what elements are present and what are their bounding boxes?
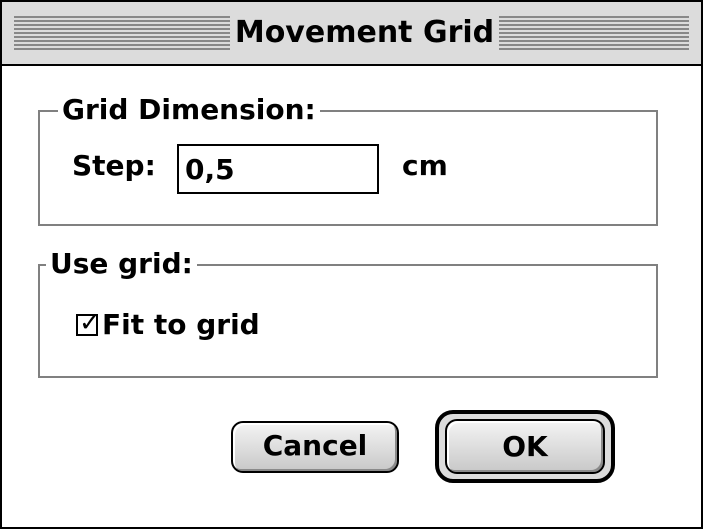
grid-dimension-group-label: Grid Dimension: [58,93,320,127]
fit-to-grid-label[interactable]: Fit to grid [102,308,260,342]
movement-grid-dialog: Movement Grid Grid Dimension: Step: cm U… [0,0,703,529]
checkmark-icon: ✓ [79,308,101,338]
step-label: Step: [72,149,156,182]
use-grid-group-label: Use grid: [46,247,197,281]
title-bar-stripes-left [14,16,230,50]
fit-to-grid-checkbox[interactable]: ✓ [76,308,101,338]
title-bar[interactable]: Movement Grid [2,2,701,66]
title-bar-stripes-right [499,16,689,50]
step-input[interactable] [177,144,379,194]
window-title: Movement Grid [230,2,499,64]
step-unit-label: cm [402,149,448,182]
ok-button[interactable]: OK [445,419,605,474]
cancel-button[interactable]: Cancel [231,421,399,473]
